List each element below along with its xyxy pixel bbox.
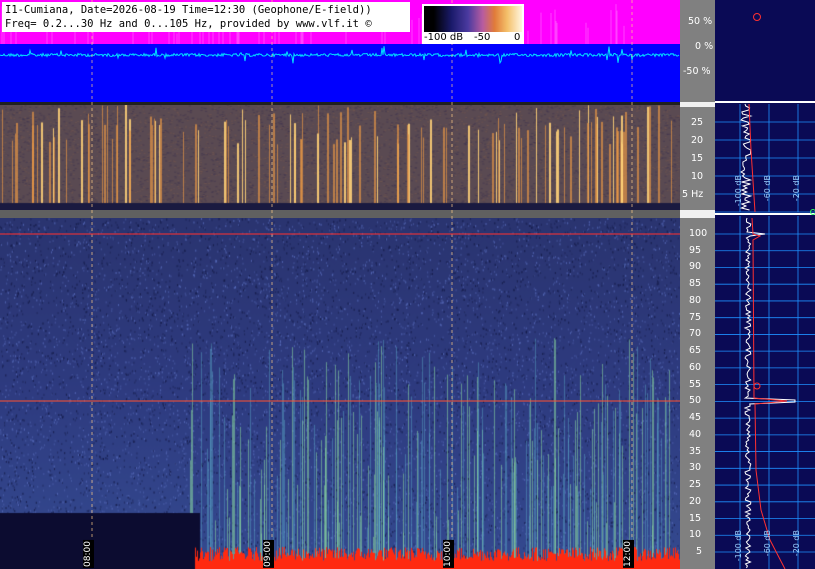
vlf-monitor-screen: 08:00 09:00 10:00 12:00 I1-Cumiana, Date… (0, 0, 815, 569)
high-freq-tick: 45 (689, 412, 702, 424)
high-freq-tick: 55 (689, 378, 702, 390)
high-freq-tick: 65 (689, 345, 702, 357)
high-freq-tick: 60 (689, 361, 702, 373)
colorbar-max-label: 0 (514, 32, 521, 43)
time-label: 10:00 (443, 540, 454, 568)
high-freq-tick: 100 (689, 228, 708, 239)
high-freq-tick: 5 (696, 546, 703, 557)
station-header: I1-Cumiana, Date=2026-08-19 Time=12:30 (… (2, 2, 410, 32)
amp-tick-label: -50 % (683, 66, 711, 77)
high-freq-tick: 35 (689, 445, 702, 457)
high-freq-tick: 95 (689, 244, 702, 256)
high-freq-tick: 20 (689, 495, 702, 507)
spectrum-panel (715, 0, 815, 569)
high-freq-tick: 90 (689, 261, 702, 273)
high-freq-tick: 40 (689, 428, 702, 440)
header-line-2: Freq= 0.2...30 Hz and 0...105 Hz, provid… (5, 18, 372, 30)
colorbar: -100 dB -50 0 (422, 4, 524, 44)
colorbar-mid-label: -50 (474, 32, 491, 43)
spectrum-db-label: -100 dB (734, 175, 743, 207)
time-label: 12:00 (623, 540, 634, 568)
low-freq-tick: 15 (691, 153, 704, 164)
axis-separator (680, 102, 715, 107)
spectrum-db-label: -100 dB (734, 530, 743, 562)
low-freq-tick: 5 Hz (682, 189, 704, 200)
time-label: 08:00 (83, 540, 94, 568)
high-freq-tick: 70 (689, 328, 702, 340)
high-freq-tick: 80 (689, 294, 702, 306)
low-freq-tick: 20 (691, 135, 704, 146)
time-grid (0, 0, 680, 569)
spectrum-db-label: -60 dB (763, 530, 772, 557)
axis-separator (680, 210, 715, 218)
high-freq-tick: 30 (689, 462, 702, 474)
high-freq-tick: 75 (689, 311, 702, 323)
high-freq-tick: 10 (689, 529, 702, 541)
spectrum-db-label: -60 dB (763, 175, 772, 202)
amp-tick-label: 0 % (695, 41, 714, 52)
spectrum-db-label: -20 dB (792, 530, 801, 557)
colorbar-min-label: -100 dB (424, 32, 464, 43)
time-label: 09:00 (263, 540, 274, 568)
colorbar-gradient (424, 6, 522, 32)
high-freq-tick: 85 (689, 278, 702, 290)
high-freq-tick: 25 (689, 479, 702, 491)
high-freq-tick: 50 (689, 395, 702, 407)
spectrum-db-label: -20 dB (792, 175, 801, 202)
low-freq-tick: 10 (691, 171, 704, 182)
amp-tick-label: 50 % (688, 16, 713, 27)
high-freq-tick: 15 (689, 512, 702, 524)
header-line-1: I1-Cumiana, Date=2026-08-19 Time=12:30 (… (5, 4, 372, 16)
low-freq-tick: 25 (691, 117, 704, 128)
